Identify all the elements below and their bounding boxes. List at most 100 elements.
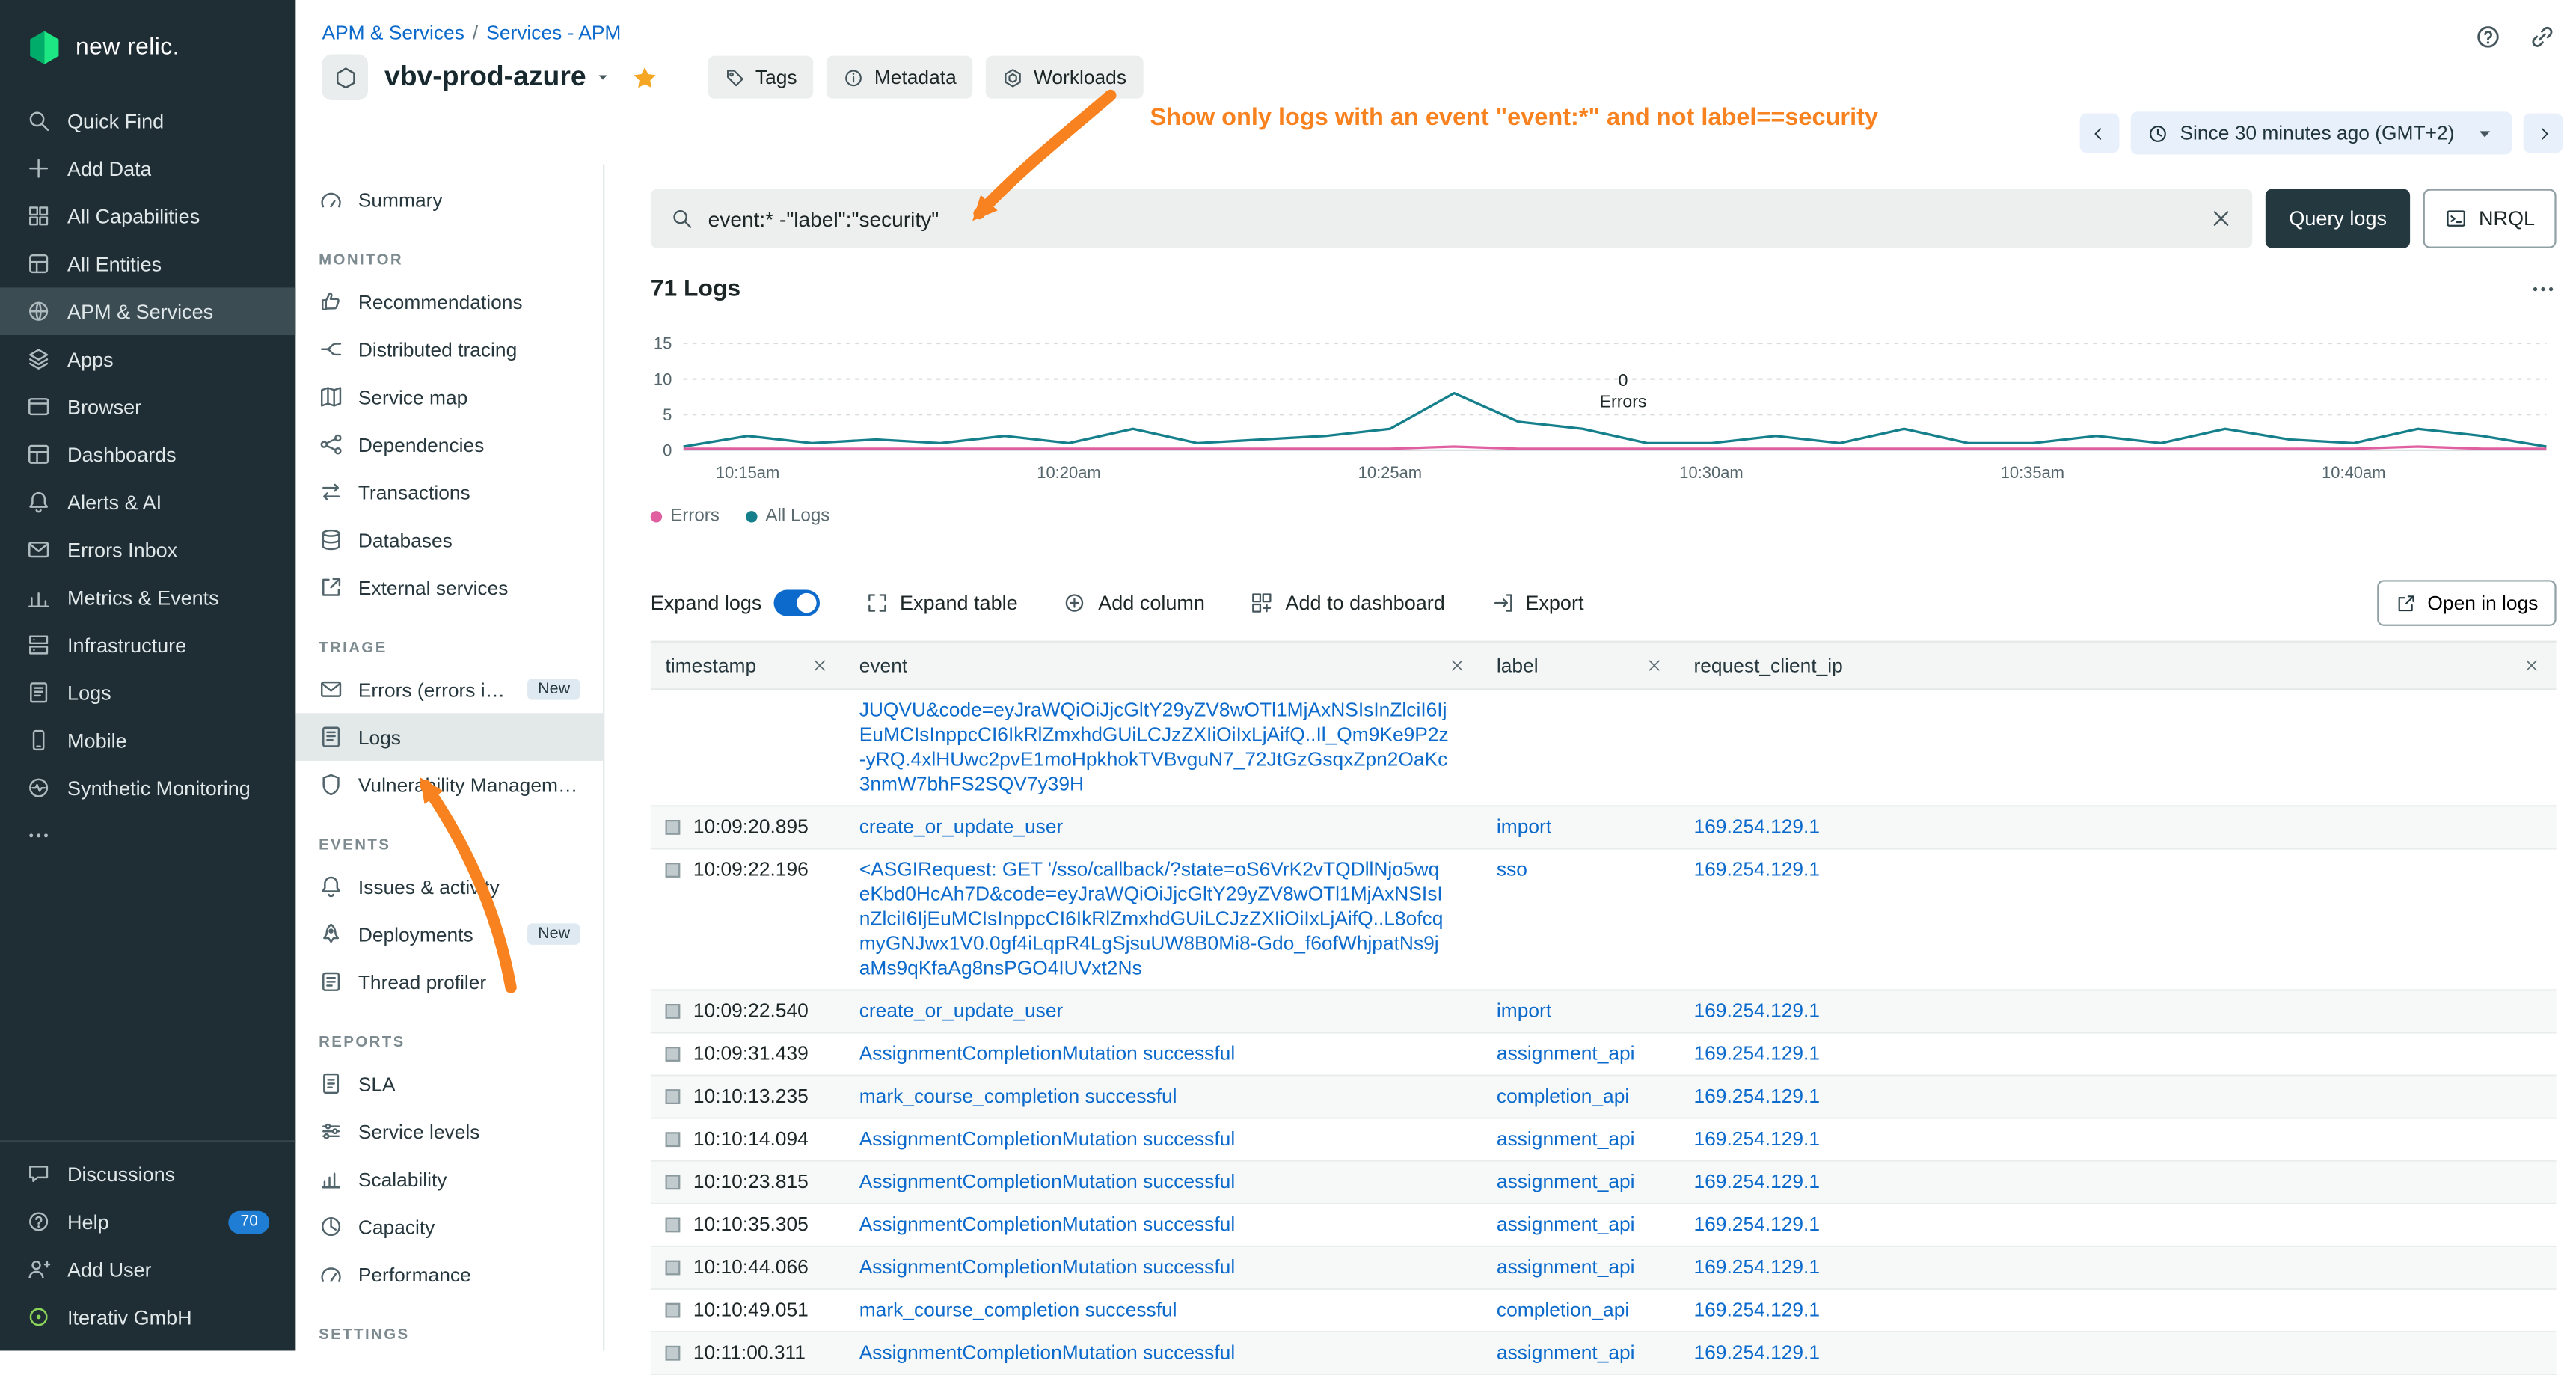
entity-sidebar-item-vulnerability-management[interactable]: Vulnerability Management bbox=[295, 761, 603, 809]
workloads-chip[interactable]: Workloads bbox=[986, 56, 1143, 99]
log-label-link[interactable]: completion_api bbox=[1497, 1298, 1629, 1321]
log-label-link[interactable]: sso bbox=[1497, 858, 1527, 881]
entity-sidebar-item-deployments[interactable]: DeploymentsNew bbox=[295, 910, 603, 958]
entity-sidebar-item-issues-activity[interactable]: Issues & activity bbox=[295, 863, 603, 910]
log-label-link[interactable]: assignment_api bbox=[1497, 1127, 1635, 1151]
log-ip-link[interactable]: 169.254.129.1 bbox=[1693, 1042, 1820, 1065]
log-row[interactable]: 10:10:14.094AssignmentCompletionMutation… bbox=[651, 1119, 2557, 1162]
entity-sidebar-item-performance[interactable]: Performance bbox=[295, 1250, 603, 1298]
log-row[interactable]: 10:10:23.815AssignmentCompletionMutation… bbox=[651, 1162, 2557, 1204]
entity-sidebar-item-capacity[interactable]: Capacity bbox=[295, 1203, 603, 1251]
entity-sidebar-item-databases[interactable]: Databases bbox=[295, 516, 603, 564]
entity-name[interactable]: vbv-prod-azure bbox=[384, 61, 586, 94]
sidebar-item-synthetic-monitoring[interactable]: Synthetic Monitoring bbox=[0, 764, 295, 812]
entity-sidebar-item-logs[interactable]: Logs bbox=[295, 713, 603, 761]
logo-row[interactable]: new relic. bbox=[0, 0, 295, 73]
log-ip-link[interactable]: 169.254.129.1 bbox=[1693, 1170, 1820, 1193]
entity-sidebar-item-sla[interactable]: SLA bbox=[295, 1060, 603, 1108]
add-column-button[interactable]: Add column bbox=[1064, 592, 1205, 615]
log-row[interactable]: 10:11:00.311AssignmentCompletionMutation… bbox=[651, 1332, 2557, 1375]
sidebar-item-dashboards[interactable]: Dashboards bbox=[0, 430, 295, 478]
open-in-logs-button[interactable]: Open in logs bbox=[2376, 580, 2556, 625]
sidebar-item-errors-inbox[interactable]: Errors Inbox bbox=[0, 526, 295, 574]
clear-query-icon[interactable] bbox=[2210, 207, 2233, 230]
entity-sidebar-item-scalability[interactable]: Scalability bbox=[295, 1155, 603, 1203]
sidebar-item-add-user[interactable]: Add User bbox=[0, 1246, 295, 1293]
sidebar-item-add-data[interactable]: Add Data bbox=[0, 144, 295, 192]
sidebar-item-apm-services[interactable]: APM & Services bbox=[0, 287, 295, 335]
entity-sidebar-item-service-levels[interactable]: Service levels bbox=[295, 1107, 603, 1155]
breadcrumb-link-services-apm[interactable]: Services - APM bbox=[486, 22, 621, 45]
breadcrumb-link-apm-services[interactable]: APM & Services bbox=[322, 22, 464, 45]
time-picker[interactable]: Since 30 minutes ago (GMT+2) bbox=[2131, 111, 2512, 154]
log-ip-link[interactable]: 169.254.129.1 bbox=[1693, 1127, 1820, 1151]
log-label-link[interactable]: import bbox=[1497, 815, 1551, 838]
log-row[interactable]: 10:09:31.439AssignmentCompletionMutation… bbox=[651, 1034, 2557, 1077]
log-event-link[interactable]: AssignmentCompletionMutation successful bbox=[859, 1170, 1235, 1193]
log-label-link[interactable]: completion_api bbox=[1497, 1085, 1629, 1108]
entity-caret-icon[interactable] bbox=[595, 69, 611, 85]
sidebar-item-discussions[interactable]: Discussions bbox=[0, 1150, 295, 1198]
nrql-button[interactable]: NRQL bbox=[2423, 189, 2556, 248]
expand-logs-toggle[interactable] bbox=[773, 590, 819, 616]
log-ip-link[interactable]: 169.254.129.1 bbox=[1693, 1213, 1820, 1236]
log-row[interactable]: 10:10:35.305AssignmentCompletionMutation… bbox=[651, 1204, 2557, 1247]
column-header-request-client-ip[interactable]: request_client_ip bbox=[1679, 643, 2557, 688]
log-row[interactable]: 10:09:20.895create_or_update_userimport1… bbox=[651, 806, 2557, 849]
sidebar-item-logs[interactable]: Logs bbox=[0, 669, 295, 717]
log-ip-link[interactable]: 169.254.129.1 bbox=[1693, 1341, 1820, 1364]
log-event-link[interactable]: mark_course_completion successful bbox=[859, 1085, 1177, 1108]
log-ip-link[interactable]: 169.254.129.1 bbox=[1693, 815, 1820, 838]
log-label-link[interactable]: assignment_api bbox=[1497, 1341, 1635, 1364]
log-label-link[interactable]: assignment_api bbox=[1497, 1255, 1635, 1278]
sidebar-item-more[interactable] bbox=[0, 812, 295, 860]
legend-all-logs[interactable]: All Logs bbox=[746, 506, 829, 525]
entity-sidebar-item-summary[interactable]: Summary bbox=[295, 176, 603, 224]
sidebar-item-infrastructure[interactable]: Infrastructure bbox=[0, 621, 295, 669]
sidebar-item-all-entities[interactable]: All Entities bbox=[0, 240, 295, 288]
log-row[interactable]: 10:10:13.235mark_course_completion succe… bbox=[651, 1077, 2557, 1119]
column-header-timestamp[interactable]: timestamp bbox=[651, 643, 844, 688]
log-event-link[interactable]: AssignmentCompletionMutation successful bbox=[859, 1255, 1235, 1278]
log-label-link[interactable]: import bbox=[1497, 999, 1551, 1022]
favorite-star-icon[interactable] bbox=[631, 64, 658, 91]
query-logs-button[interactable]: Query logs bbox=[2266, 189, 2410, 248]
metadata-chip[interactable]: Metadata bbox=[827, 56, 973, 99]
log-event-link[interactable]: create_or_update_user bbox=[859, 999, 1064, 1022]
log-row[interactable]: 10:10:49.051mark_course_completion succe… bbox=[651, 1290, 2557, 1332]
remove-column-icon[interactable] bbox=[2524, 658, 2540, 674]
sidebar-item-help[interactable]: Help70 bbox=[0, 1198, 295, 1246]
tags-chip[interactable]: Tags bbox=[708, 56, 813, 99]
entity-sidebar-item-transactions[interactable]: Transactions bbox=[295, 468, 603, 516]
expand-table-button[interactable]: Expand table bbox=[865, 592, 1018, 615]
sidebar-item-quick-find[interactable]: Quick Find bbox=[0, 97, 295, 145]
remove-column-icon[interactable] bbox=[812, 658, 828, 674]
log-label-link[interactable]: assignment_api bbox=[1497, 1042, 1635, 1065]
log-row[interactable]: 10:09:22.540create_or_update_userimport1… bbox=[651, 990, 2557, 1033]
sidebar-item-metrics-events[interactable]: Metrics & Events bbox=[0, 574, 295, 622]
log-event-link[interactable]: create_or_update_user bbox=[859, 815, 1064, 838]
log-row[interactable]: JUQVU&code=eyJraWQiOiJjcGltY29yZV8wOTl1M… bbox=[651, 690, 2557, 806]
log-row[interactable]: 10:10:44.066AssignmentCompletionMutation… bbox=[651, 1247, 2557, 1290]
log-query-input[interactable] bbox=[708, 206, 2196, 231]
log-event-link[interactable]: AssignmentCompletionMutation successful bbox=[859, 1341, 1235, 1364]
log-event-link[interactable]: AssignmentCompletionMutation successful bbox=[859, 1213, 1235, 1236]
log-row[interactable]: 10:09:22.196<ASGIRequest: GET '/sso/call… bbox=[651, 850, 2557, 991]
log-ip-link[interactable]: 169.254.129.1 bbox=[1693, 1255, 1820, 1278]
sidebar-item-alerts-ai[interactable]: Alerts & AI bbox=[0, 478, 295, 526]
entity-sidebar-item-external-services[interactable]: External services bbox=[295, 563, 603, 611]
log-ip-link[interactable]: 169.254.129.1 bbox=[1693, 858, 1820, 881]
help-icon[interactable] bbox=[2474, 23, 2502, 51]
permalink-icon[interactable] bbox=[2528, 23, 2556, 51]
log-label-link[interactable]: assignment_api bbox=[1497, 1170, 1635, 1193]
column-header-label[interactable]: label bbox=[1482, 643, 1679, 688]
log-label-link[interactable]: assignment_api bbox=[1497, 1213, 1635, 1236]
log-ip-link[interactable]: 169.254.129.1 bbox=[1693, 1085, 1820, 1108]
sidebar-item-iterativ-gmbh[interactable]: Iterativ GmbH bbox=[0, 1293, 295, 1341]
entity-sidebar-item-thread-profiler[interactable]: Thread profiler bbox=[295, 958, 603, 1006]
column-header-event[interactable]: event bbox=[844, 643, 1482, 688]
time-back-button[interactable] bbox=[2079, 114, 2119, 153]
remove-column-icon[interactable] bbox=[1449, 658, 1465, 674]
entity-sidebar-item-recommendations[interactable]: Recommendations bbox=[295, 278, 603, 325]
time-forward-button[interactable] bbox=[2524, 114, 2563, 153]
